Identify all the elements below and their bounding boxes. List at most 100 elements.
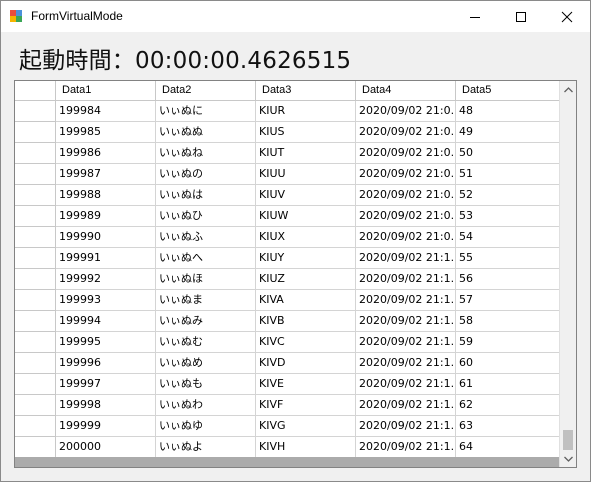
cell-data2[interactable]: いぃぬわ [156, 395, 256, 416]
cell-data5[interactable]: 49 [456, 122, 560, 143]
table-row[interactable]: 199987 いぃぬの KIUU 2020/09/02 21:0... 51 [15, 164, 560, 185]
cell-data3[interactable]: KIUR [256, 101, 356, 122]
cell-data3[interactable]: KIUX [256, 227, 356, 248]
cell-data1[interactable]: 199996 [56, 353, 156, 374]
cell-data1[interactable]: 199998 [56, 395, 156, 416]
table-row[interactable]: 199990 いぃぬふ KIUX 2020/09/02 21:0... 54 [15, 227, 560, 248]
row-header-cell[interactable] [15, 227, 56, 248]
table-row[interactable]: 199991 いぃぬへ KIUY 2020/09/02 21:1... 55 [15, 248, 560, 269]
table-row[interactable]: 199993 いぃぬま KIVA 2020/09/02 21:1... 57 [15, 290, 560, 311]
cell-data5[interactable]: 63 [456, 416, 560, 437]
minimize-button[interactable] [452, 1, 498, 32]
table-row[interactable]: 199995 いぃぬむ KIVC 2020/09/02 21:1... 59 [15, 332, 560, 353]
cell-data3[interactable]: KIVF [256, 395, 356, 416]
cell-data4[interactable]: 2020/09/02 21:1... [356, 311, 456, 332]
cell-data4[interactable]: 2020/09/02 21:1... [356, 374, 456, 395]
close-button[interactable] [544, 1, 590, 32]
maximize-button[interactable] [498, 1, 544, 32]
row-header-cell[interactable] [15, 290, 56, 311]
row-header-cell[interactable] [15, 164, 56, 185]
cell-data4[interactable]: 2020/09/02 21:1... [356, 395, 456, 416]
row-header-cell[interactable] [15, 269, 56, 290]
cell-data4[interactable]: 2020/09/02 21:1... [356, 290, 456, 311]
cell-data4[interactable]: 2020/09/02 21:0... [356, 227, 456, 248]
cell-data5[interactable]: 61 [456, 374, 560, 395]
cell-data2[interactable]: いぃぬま [156, 290, 256, 311]
top-left-header-cell[interactable] [15, 81, 56, 101]
cell-data1[interactable]: 199990 [56, 227, 156, 248]
vertical-scrollbar[interactable] [559, 81, 576, 467]
cell-data1[interactable]: 199988 [56, 185, 156, 206]
cell-data5[interactable]: 55 [456, 248, 560, 269]
cell-data2[interactable]: いぃぬみ [156, 311, 256, 332]
cell-data4[interactable]: 2020/09/02 21:0... [356, 164, 456, 185]
table-row[interactable]: 199984 いぃぬに KIUR 2020/09/02 21:0... 48 [15, 101, 560, 122]
row-header-cell[interactable] [15, 311, 56, 332]
row-header-cell[interactable] [15, 416, 56, 437]
cell-data4[interactable]: 2020/09/02 21:1... [356, 416, 456, 437]
data-grid-view[interactable]: Data1 Data2 Data3 Data4 Data5 199984 いぃぬに… [14, 80, 577, 468]
row-header-cell[interactable] [15, 101, 56, 122]
table-row[interactable]: 199998 いぃぬわ KIVF 2020/09/02 21:1... 62 [15, 395, 560, 416]
cell-data1[interactable]: 199992 [56, 269, 156, 290]
row-header-cell[interactable] [15, 374, 56, 395]
column-header-data1[interactable]: Data1 [56, 81, 156, 101]
cell-data5[interactable]: 54 [456, 227, 560, 248]
cell-data5[interactable]: 52 [456, 185, 560, 206]
cell-data2[interactable]: いぃぬね [156, 143, 256, 164]
cell-data1[interactable]: 199991 [56, 248, 156, 269]
cell-data5[interactable]: 59 [456, 332, 560, 353]
cell-data4[interactable]: 2020/09/02 21:0... [356, 185, 456, 206]
table-row[interactable]: 199989 いぃぬひ KIUW 2020/09/02 21:0... 53 [15, 206, 560, 227]
row-header-cell[interactable] [15, 248, 56, 269]
cell-data3[interactable]: KIUY [256, 248, 356, 269]
cell-data4[interactable]: 2020/09/02 21:1... [356, 248, 456, 269]
cell-data5[interactable]: 48 [456, 101, 560, 122]
cell-data3[interactable]: KIVE [256, 374, 356, 395]
cell-data3[interactable]: KIUW [256, 206, 356, 227]
cell-data5[interactable]: 51 [456, 164, 560, 185]
cell-data2[interactable]: いぃぬむ [156, 332, 256, 353]
cell-data5[interactable]: 60 [456, 353, 560, 374]
cell-data1[interactable]: 199995 [56, 332, 156, 353]
cell-data3[interactable]: KIUS [256, 122, 356, 143]
table-row[interactable]: 199996 いぃぬめ KIVD 2020/09/02 21:1... 60 [15, 353, 560, 374]
cell-data3[interactable]: KIVG [256, 416, 356, 437]
row-header-cell[interactable] [15, 185, 56, 206]
cell-data4[interactable]: 2020/09/02 21:1... [356, 269, 456, 290]
cell-data5[interactable]: 64 [456, 437, 560, 457]
column-header-data5[interactable]: Data5 [456, 81, 560, 101]
cell-data3[interactable]: KIUV [256, 185, 356, 206]
cell-data2[interactable]: いぃぬぬ [156, 122, 256, 143]
table-row[interactable]: 199988 いぃぬは KIUV 2020/09/02 21:0... 52 [15, 185, 560, 206]
cell-data2[interactable]: いぃぬほ [156, 269, 256, 290]
row-header-cell[interactable] [15, 395, 56, 416]
cell-data2[interactable]: いぃぬゆ [156, 416, 256, 437]
cell-data2[interactable]: いぃぬひ [156, 206, 256, 227]
scrollbar-thumb[interactable] [563, 430, 573, 450]
cell-data1[interactable]: 199985 [56, 122, 156, 143]
cell-data3[interactable]: KIVC [256, 332, 356, 353]
cell-data3[interactable]: KIUU [256, 164, 356, 185]
cell-data5[interactable]: 62 [456, 395, 560, 416]
table-row[interactable]: 199985 いぃぬぬ KIUS 2020/09/02 21:0... 49 [15, 122, 560, 143]
row-header-cell[interactable] [15, 353, 56, 374]
cell-data3[interactable]: KIVB [256, 311, 356, 332]
cell-data5[interactable]: 57 [456, 290, 560, 311]
cell-data3[interactable]: KIVA [256, 290, 356, 311]
cell-data1[interactable]: 199993 [56, 290, 156, 311]
cell-data2[interactable]: いぃぬふ [156, 227, 256, 248]
cell-data2[interactable]: いぃぬの [156, 164, 256, 185]
cell-data1[interactable]: 199987 [56, 164, 156, 185]
cell-data4[interactable]: 2020/09/02 21:1... [356, 332, 456, 353]
cell-data1[interactable]: 200000 [56, 437, 156, 457]
cell-data4[interactable]: 2020/09/02 21:0... [356, 206, 456, 227]
cell-data2[interactable]: いぃぬに [156, 101, 256, 122]
cell-data3[interactable]: KIVD [256, 353, 356, 374]
cell-data2[interactable]: いぃぬも [156, 374, 256, 395]
winforms-app-icon[interactable] [10, 10, 23, 23]
cell-data2[interactable]: いぃぬへ [156, 248, 256, 269]
cell-data4[interactable]: 2020/09/02 21:1... [356, 437, 456, 457]
scroll-up-button[interactable] [560, 81, 576, 98]
table-row[interactable]: 200000 いぃぬよ KIVH 2020/09/02 21:1... 64 [15, 437, 560, 457]
